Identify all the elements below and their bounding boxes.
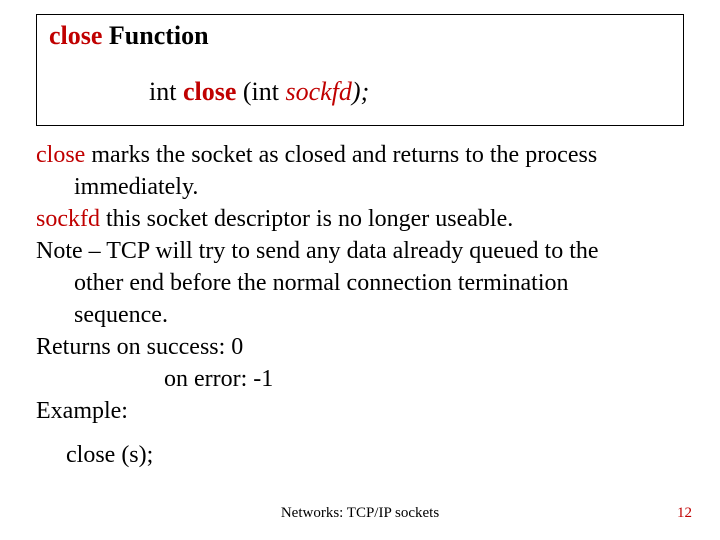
body-text: close marks the socket as closed and ret… [36,140,684,470]
desc-example-label: Example: [36,396,684,426]
desc-line3a: Note – TCP will try to send any data alr… [36,236,684,266]
page-number: 12 [677,505,692,522]
sig-open: (int [236,77,285,106]
desc-return-success: Returns on success: 0 [36,332,684,362]
desc-l2b: this socket descriptor is no longer usea… [100,206,513,232]
sig-func-name: close [183,77,236,106]
title-row: close Function [49,21,671,51]
desc-line1-cont: immediately. [36,172,684,202]
signature-row: int close (int sockfd); [49,77,671,107]
desc-return-error: on error: -1 [36,364,684,394]
sig-return-type: int [149,77,183,106]
desc-line2: sockfd this socket descriptor is no long… [36,204,684,234]
example-code: close (s); [36,440,684,470]
slide: close Function int close (int sockfd); c… [0,0,720,540]
title-box: close Function int close (int sockfd); [36,14,684,126]
footer-text: Networks: TCP/IP sockets [0,505,720,522]
title-keyword: close [49,21,102,50]
desc-l1b: marks the socket as closed and returns t… [85,142,597,168]
desc-close-kw: close [36,142,85,168]
desc-line1: close marks the socket as closed and ret… [36,140,684,170]
sig-close-paren: ); [352,77,369,106]
title-rest: Function [102,21,208,50]
desc-sockfd-kw: sockfd [36,206,100,232]
sig-param: sockfd [285,77,351,106]
desc-line3c: sequence. [36,300,684,330]
desc-line3b: other end before the normal connection t… [36,268,684,298]
